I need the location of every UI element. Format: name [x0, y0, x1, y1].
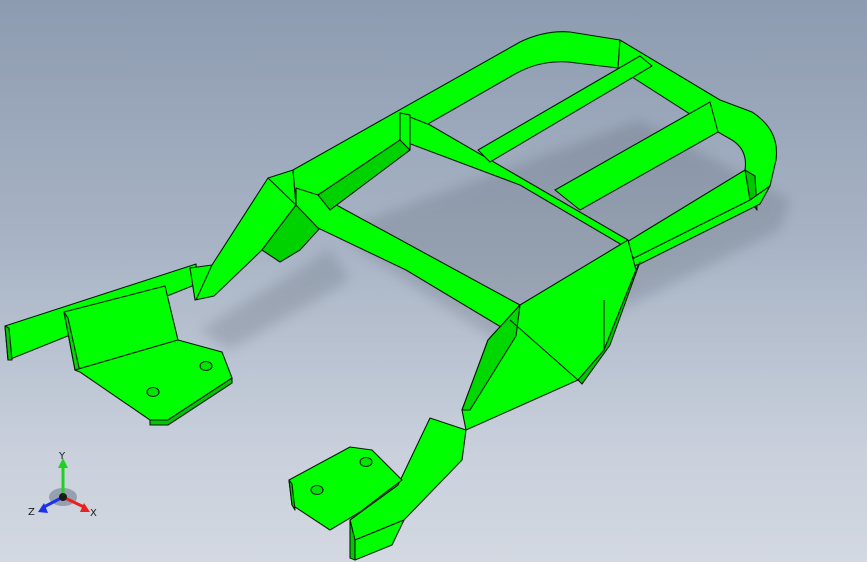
- luggage-rack-model[interactable]: [4, 31, 778, 561]
- x-axis-label: X: [90, 508, 97, 519]
- triad-origin: [59, 493, 67, 501]
- 3d-viewport[interactable]: Y X Z: [0, 0, 867, 562]
- y-axis-label: Y: [58, 451, 66, 462]
- axis-triad: Y X Z: [28, 451, 97, 519]
- mount-hole: [146, 386, 160, 398]
- mount-hole: [359, 456, 373, 468]
- mount-hole: [199, 360, 213, 372]
- right-mount-bracket[interactable]: [288, 417, 467, 561]
- mount-hole: [310, 484, 324, 496]
- z-axis-label: Z: [28, 507, 35, 518]
- model-scene[interactable]: Y X Z: [0, 0, 867, 562]
